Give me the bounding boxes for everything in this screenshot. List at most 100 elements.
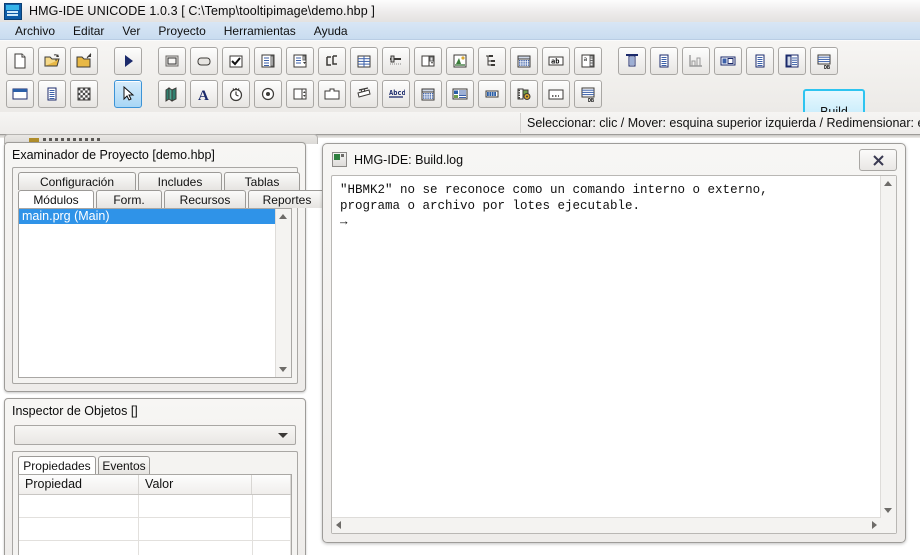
table-row[interactable] — [19, 541, 291, 555]
toolbar-button-spinner-control[interactable] — [286, 80, 314, 108]
toolbar-button-page-setup[interactable] — [778, 47, 806, 75]
log-vertical-scrollbar[interactable] — [880, 176, 896, 518]
cell-propiedad[interactable] — [19, 541, 140, 555]
modules-listbox[interactable]: main.prg (Main) — [18, 208, 292, 378]
cell-valor[interactable] — [139, 495, 253, 517]
tab-form[interactable]: Form. — [96, 190, 162, 208]
toolbar-button-editbox-control[interactable]: a — [574, 47, 602, 75]
log-horizontal-scrollbar[interactable] — [332, 517, 881, 533]
scroll-left-icon[interactable] — [336, 521, 341, 529]
toolbar-button-grid-control[interactable] — [350, 47, 378, 75]
toolbar-button-window-form[interactable] — [6, 80, 34, 108]
page-setup-icon — [783, 52, 801, 70]
properties-grid-header: Propiedad Valor — [19, 475, 291, 495]
menu-editar[interactable]: Editar — [64, 23, 113, 39]
toolbar-button-db-table[interactable]: DB — [574, 80, 602, 108]
tab-configuracion[interactable]: Configuración — [18, 172, 136, 190]
tab-propiedades[interactable]: Propiedades — [18, 456, 96, 474]
svg-text:DB: DB — [824, 65, 830, 70]
modules-list-vertical-scrollbar[interactable] — [275, 209, 291, 377]
toolbar-button-radio-button[interactable] — [254, 80, 282, 108]
toolbar-button-progressbar[interactable] — [478, 80, 506, 108]
toolbar-button-label-ab[interactable]: ab — [542, 47, 570, 75]
toolbar-button-pointer-select[interactable] — [114, 80, 142, 108]
tab-reportes[interactable]: Reportes — [248, 190, 326, 208]
tab-recursos[interactable]: Recursos — [164, 190, 246, 208]
toolbar-button-text-document[interactable] — [38, 80, 66, 108]
table-row[interactable] — [19, 518, 291, 541]
chevron-down-icon — [278, 433, 288, 438]
toolbar-button-splitter-control[interactable] — [414, 47, 442, 75]
clapper-animate-icon — [355, 85, 373, 103]
toolbar-button-database-grid[interactable]: DB — [810, 47, 838, 75]
tab-modulos[interactable]: Módulos — [18, 190, 94, 208]
column-header-propiedad[interactable]: Propiedad — [19, 475, 140, 494]
scroll-down-icon[interactable] — [884, 508, 892, 513]
toolbar-button-treeview-control[interactable] — [478, 47, 506, 75]
toolbar-button-run-play[interactable] — [114, 47, 142, 75]
cell-valor[interactable] — [139, 518, 253, 540]
toolbar-button-monthcalendar-control[interactable] — [510, 47, 538, 75]
scroll-up-icon[interactable] — [884, 181, 892, 186]
scroll-down-icon[interactable] — [279, 367, 287, 372]
toolbar-button-listview-detail[interactable] — [446, 80, 474, 108]
toolbar-button-report[interactable] — [650, 47, 678, 75]
build-log-text-area[interactable]: "HBMK2" no se reconoce como un comando i… — [331, 175, 897, 534]
toolbar-button-timer-clock[interactable] — [222, 80, 250, 108]
cell-propiedad[interactable] — [19, 518, 140, 540]
menu-herramientas[interactable]: Herramientas — [215, 23, 305, 39]
toolbar-button-save-folder[interactable] — [70, 47, 98, 75]
menu-ver[interactable]: Ver — [113, 23, 149, 39]
toolbar-button-document[interactable] — [746, 47, 774, 75]
tab-eventos[interactable]: Eventos — [98, 456, 150, 474]
toolbar-button-textbox-control[interactable] — [190, 47, 218, 75]
toolbar-button-browse-abcd[interactable]: Abcd — [382, 80, 410, 108]
column-header-valor[interactable]: Valor — [139, 475, 253, 494]
toolbar-button-image-control[interactable] — [446, 47, 474, 75]
toolbar-button-clapper-animate[interactable] — [350, 80, 378, 108]
menu-proyecto[interactable]: Proyecto — [149, 23, 214, 39]
toolbar-button-chart[interactable] — [682, 47, 710, 75]
toolbar-button-open-folder[interactable] — [38, 47, 66, 75]
toolbar-button-media-player[interactable] — [510, 80, 538, 108]
radio-group-icon — [323, 52, 341, 70]
build-log-window-titlebar[interactable]: HMG-IDE: Build.log — [332, 152, 463, 167]
toolbar-button-font-letter[interactable]: A — [190, 80, 218, 108]
module-list-item[interactable]: main.prg (Main) — [19, 209, 275, 224]
toolbar-button-slider-control[interactable] — [382, 47, 410, 75]
toolbar-button-books-library[interactable] — [158, 80, 186, 108]
toolbar-button-radio-group[interactable] — [318, 47, 346, 75]
toolbar-button-frame-dotted[interactable] — [542, 80, 570, 108]
toolbar-button-checkbox-control[interactable] — [222, 47, 250, 75]
scroll-up-icon[interactable] — [279, 214, 287, 219]
cell-extra[interactable] — [253, 541, 291, 555]
toolbar-button-grid-table[interactable] — [70, 80, 98, 108]
close-icon[interactable] — [859, 149, 897, 171]
cell-valor[interactable] — [139, 541, 253, 555]
cell-propiedad[interactable] — [19, 495, 140, 517]
menu-archivo[interactable]: Archivo — [6, 23, 64, 39]
toolbar-button-tab-folder[interactable] — [318, 80, 346, 108]
save-folder-icon — [75, 52, 93, 70]
toolbar-button-listbox-control[interactable] — [254, 47, 282, 75]
toolbar-button-button-control[interactable] — [158, 47, 186, 75]
properties-grid[interactable]: Propiedad Valor — [18, 474, 292, 555]
label-ab-icon: ab — [547, 52, 565, 70]
toolbar-button-print-preview[interactable] — [618, 47, 646, 75]
scrollbar-corner — [881, 518, 896, 533]
cell-extra[interactable] — [253, 518, 291, 540]
toolbar-button-panel[interactable] — [714, 47, 742, 75]
background-window-title — [43, 138, 103, 141]
tab-tablas[interactable]: Tablas — [224, 172, 300, 190]
toolbar-button-combobox-control[interactable] — [286, 47, 314, 75]
column-header-extra[interactable] — [252, 475, 291, 494]
table-row[interactable] — [19, 495, 291, 518]
scroll-right-icon[interactable] — [872, 521, 877, 529]
checkbox-control-icon — [227, 52, 245, 70]
cell-extra[interactable] — [253, 495, 291, 517]
object-selector-combo[interactable] — [14, 425, 296, 445]
toolbar-button-calendar[interactable] — [414, 80, 442, 108]
toolbar-button-new-file[interactable] — [6, 47, 34, 75]
menu-ayuda[interactable]: Ayuda — [305, 23, 357, 39]
tab-includes[interactable]: Includes — [138, 172, 222, 190]
